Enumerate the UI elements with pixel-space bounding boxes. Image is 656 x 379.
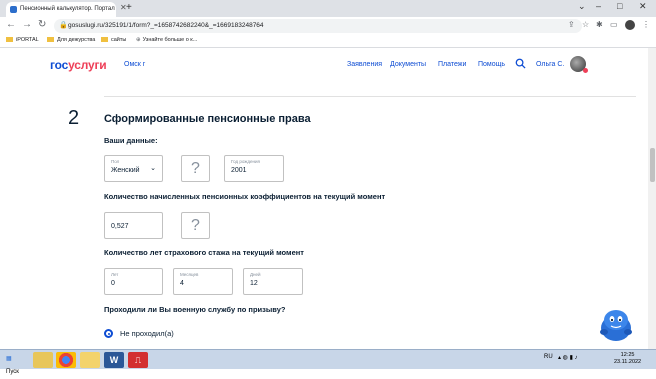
gender-select[interactable]: Пол Женский ⌄: [104, 155, 163, 182]
coef-label: Количество начисленных пенсионных коэффи…: [104, 192, 386, 201]
start-button[interactable]: ▦ Пуск: [2, 353, 26, 375]
system-clock[interactable]: 12:25 23.11.2022: [614, 352, 641, 366]
tab-search-icon[interactable]: ⌄: [578, 1, 586, 12]
folder-icon: [47, 37, 54, 42]
browser-toolbar: ← → ↻ 🔒 gosuslugi.ru/325191/1/form?_=165…: [0, 17, 656, 35]
coef-field[interactable]: 0,527: [104, 212, 163, 239]
lock-icon: 🔒: [59, 22, 68, 29]
assistant-bot-icon[interactable]: [596, 304, 636, 344]
experience-label: Количество лет страхового стажа на текущ…: [104, 248, 304, 257]
your-data-label: Ваши данные:: [104, 136, 158, 145]
globe-icon: ⊕: [136, 37, 141, 43]
extensions-icon[interactable]: ✱: [596, 20, 603, 29]
military-option-label: Не проходил(а): [120, 329, 174, 338]
language-indicator[interactable]: RU: [544, 354, 553, 360]
pdf-reader-icon[interactable]: ⎍: [128, 352, 148, 368]
gender-help-button[interactable]: ?: [181, 155, 210, 182]
url-text: gosuslugi.ru/325191/1/form?_=16587426822…: [68, 22, 264, 29]
nav-payments[interactable]: Платежи: [438, 61, 466, 68]
search-icon[interactable]: [515, 58, 526, 69]
years-field[interactable]: Лет 0: [104, 268, 163, 295]
minimize-icon[interactable]: –: [596, 1, 601, 11]
nav-documents[interactable]: Документы: [390, 61, 426, 68]
coef-help-button[interactable]: ?: [181, 212, 210, 239]
close-window-icon[interactable]: ✕: [639, 1, 647, 12]
days-field[interactable]: Дней 12: [243, 268, 303, 295]
bookmark-item[interactable]: сайты: [101, 37, 126, 43]
reload-icon[interactable]: ↻: [38, 19, 46, 30]
folder-icon: [6, 37, 13, 42]
tab-title: Пенсионный калькулятор. Портал: [20, 6, 115, 12]
browser-profile-avatar[interactable]: [625, 20, 635, 30]
user-name[interactable]: Ольга С.: [536, 61, 564, 68]
explorer-icon[interactable]: [33, 352, 53, 368]
city-selector[interactable]: Омск г: [124, 61, 145, 68]
word-icon[interactable]: W: [104, 352, 124, 368]
favicon-icon: [10, 6, 17, 13]
section-divider: [104, 96, 636, 97]
address-bar[interactable]: 🔒 gosuslugi.ru/325191/1/form?_=165874268…: [54, 19, 582, 33]
page-scrollbar[interactable]: [648, 48, 656, 349]
scrollbar-thumb[interactable]: [650, 148, 655, 182]
maximize-icon[interactable]: □: [617, 1, 622, 11]
site-header: госуслуги Омск г Заявления Документы Пла…: [0, 48, 656, 82]
chrome-taskbar-icon[interactable]: [56, 352, 76, 368]
bookmark-star-icon[interactable]: ☆: [582, 20, 589, 29]
back-icon[interactable]: ←: [6, 19, 16, 30]
bookmark-item[interactable]: ⊕ Узнайте больше о к...: [136, 37, 197, 43]
folder-taskbar-icon[interactable]: [80, 352, 100, 368]
new-tab-icon[interactable]: +: [126, 2, 132, 13]
sidebar-icon[interactable]: ▭: [610, 20, 618, 29]
months-field[interactable]: Месяцев 4: [173, 268, 233, 295]
chevron-down-icon: ⌄: [150, 165, 156, 172]
tray-icons[interactable]: ▴ ◍ ▮ ♪: [558, 354, 578, 361]
folder-icon: [101, 37, 108, 42]
nav-help[interactable]: Помощь: [478, 61, 505, 68]
windows-logo-icon: ▦: [6, 356, 12, 362]
forward-icon[interactable]: →: [22, 19, 32, 30]
military-label: Проходили ли Вы военную службу по призыв…: [104, 305, 286, 314]
military-radio-not-served[interactable]: [104, 329, 113, 338]
bookmark-item[interactable]: Для дежурства: [47, 37, 95, 43]
browser-tab[interactable]: Пенсионный калькулятор. Портал: [6, 2, 116, 17]
windows-taskbar: ▦ Пуск W ⎍ RU ▴ ◍ ▮ ♪ 12:25 23.11.2022: [0, 349, 656, 375]
browser-tab-strip: Пенсионный калькулятор. Портал ✕ + ⌄ – □…: [0, 0, 656, 17]
birth-year-field[interactable]: Год рождения 2001: [224, 155, 284, 182]
step-number: 2: [68, 107, 80, 129]
share-icon[interactable]: ⇪: [568, 20, 575, 29]
notification-dot: [583, 68, 588, 73]
menu-kebab-icon[interactable]: ⋮: [642, 20, 650, 29]
bookmarks-bar: iPORTAL Для дежурства сайты ⊕ Узнайте бол…: [0, 35, 656, 48]
nav-applications[interactable]: Заявления: [347, 61, 382, 68]
step-title: Сформированные пенсионные права: [104, 113, 311, 125]
bookmark-item[interactable]: iPORTAL: [6, 37, 39, 43]
gosuslugi-logo[interactable]: госуслуги: [50, 58, 107, 72]
